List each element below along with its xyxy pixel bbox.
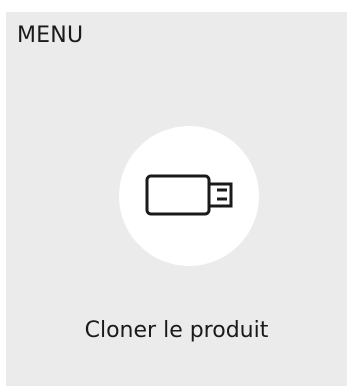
menu-panel: MENU Cloner le produit <box>6 12 347 386</box>
usb-drive-icon <box>145 174 233 216</box>
clone-product-button[interactable] <box>119 126 259 266</box>
clone-product-label: Cloner le produit <box>84 318 269 343</box>
menu-title: MENU <box>17 23 84 48</box>
